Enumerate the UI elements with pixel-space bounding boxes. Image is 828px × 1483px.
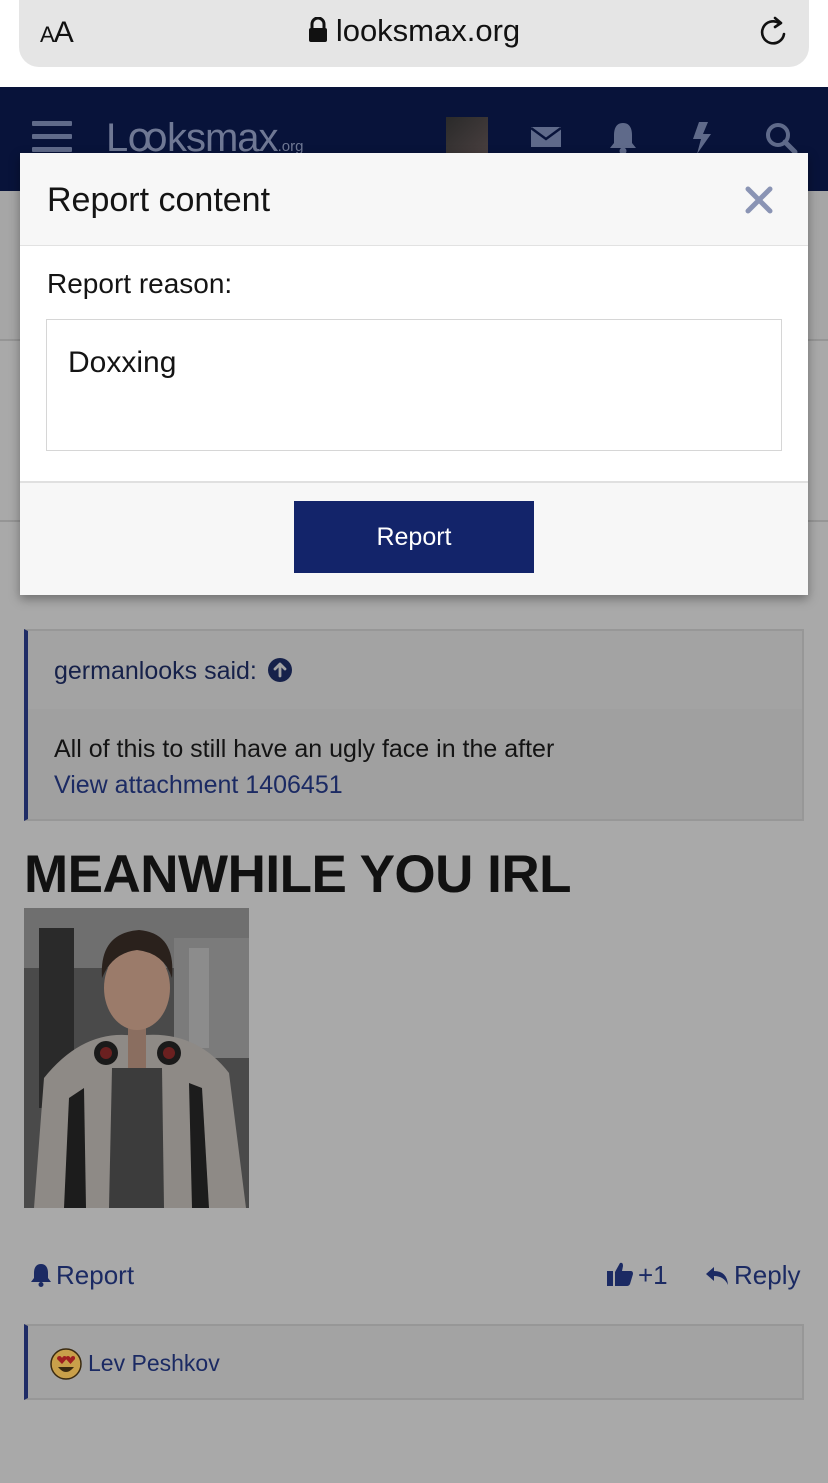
- quote-header[interactable]: germanlooks said:: [28, 631, 802, 709]
- lock-icon: [308, 17, 327, 42]
- heart-eyes-emoji-icon: [50, 1348, 82, 1380]
- quote-body: All of this to still have an ugly face i…: [28, 709, 802, 803]
- thumbs-up-icon: [607, 1262, 633, 1286]
- quote-text: All of this to still have an ugly face i…: [54, 735, 555, 763]
- reply-icon: [706, 1267, 728, 1285]
- browser-chrome: AA looksmax.org: [0, 0, 828, 87]
- url-field[interactable]: looksmax.org: [19, 13, 809, 49]
- arrow-up-circle-icon[interactable]: [267, 657, 293, 683]
- bolt-icon[interactable]: [690, 121, 714, 155]
- post-image[interactable]: [24, 908, 249, 1208]
- like-button[interactable]: +1: [606, 1260, 668, 1291]
- menu-icon[interactable]: [32, 121, 72, 153]
- bell-icon[interactable]: [609, 121, 637, 155]
- close-icon[interactable]: [744, 185, 774, 215]
- mail-icon[interactable]: [530, 121, 562, 151]
- post-actions: Report +1 Reply: [0, 1256, 828, 1296]
- modal-footer: Report: [20, 481, 808, 595]
- report-reason-input[interactable]: Doxxing: [46, 319, 782, 451]
- address-bar[interactable]: AA looksmax.org: [19, 0, 809, 67]
- report-reason-label: Report reason:: [47, 268, 233, 299]
- post-body-text: MEANWHILE YOU IRL: [24, 845, 572, 904]
- report-modal: Report content Report reason: Doxxing Re…: [20, 153, 808, 595]
- report-submit-button[interactable]: Report: [294, 501, 534, 573]
- quote-author: germanlooks said:: [54, 657, 257, 685]
- reload-icon[interactable]: [757, 14, 791, 50]
- search-icon[interactable]: [764, 121, 798, 155]
- quote-block: germanlooks said: All of this to still h…: [24, 629, 804, 821]
- reply-button[interactable]: Reply: [704, 1260, 800, 1291]
- user-avatar[interactable]: [446, 117, 488, 157]
- modal-title: Report content: [47, 181, 271, 219]
- reaction-user[interactable]: Lev Peshkov: [88, 1350, 220, 1377]
- modal-header: Report content: [20, 153, 808, 246]
- bell-icon: [31, 1264, 51, 1287]
- reactions-bar[interactable]: Lev Peshkov: [24, 1324, 804, 1400]
- url-text: looksmax.org: [335, 13, 521, 48]
- attachment-link[interactable]: View attachment 1406451: [54, 767, 802, 803]
- like-count: +1: [638, 1260, 668, 1290]
- report-link[interactable]: Report: [30, 1260, 134, 1291]
